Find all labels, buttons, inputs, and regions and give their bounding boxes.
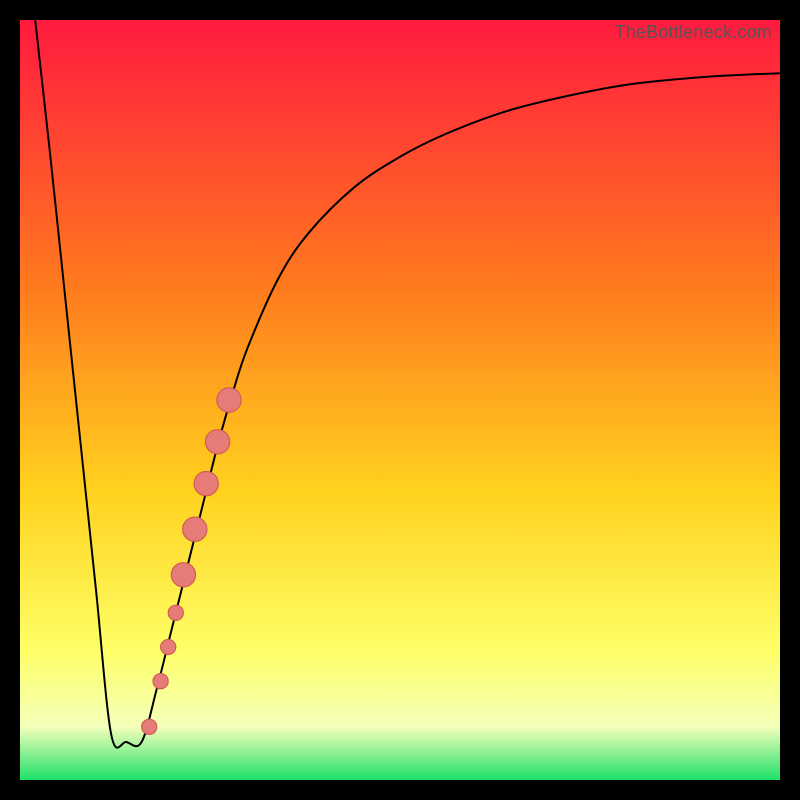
cluster-point [168,605,183,620]
marker-cluster [142,388,242,735]
chart-frame: TheBottleneck.com [0,0,800,800]
cluster-start [171,563,195,587]
plot-area: TheBottleneck.com [20,20,780,780]
curve-layer [20,20,780,780]
cluster-point [153,674,168,689]
cluster-mid-a [183,517,207,541]
bottleneck-curve [35,20,780,748]
cluster-mid-b [194,471,218,495]
cluster-point [161,639,176,654]
curve-path [35,20,780,748]
cluster-mid-c [205,430,229,454]
cluster-point [142,719,157,734]
cluster-end [217,388,241,412]
